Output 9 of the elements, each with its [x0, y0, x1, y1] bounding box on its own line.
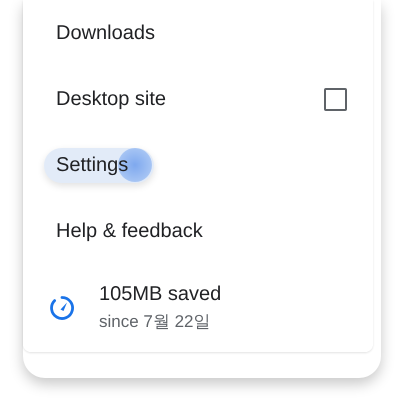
checkbox[interactable] [324, 88, 347, 110]
savings-since: since 7월 22일 [99, 311, 212, 333]
menu-item[interactable]: Settings [44, 148, 154, 182]
menu-item[interactable]: Downloads [44, 16, 167, 50]
menu-item[interactable]: Help & feedback [44, 214, 215, 248]
savings-row[interactable]: 105MB saved since 7월 22일 [23, 264, 373, 352]
savings-amount: 105MB saved [99, 283, 222, 306]
menu-item[interactable]: Desktop site [44, 82, 178, 116]
gauge-icon [49, 295, 75, 321]
